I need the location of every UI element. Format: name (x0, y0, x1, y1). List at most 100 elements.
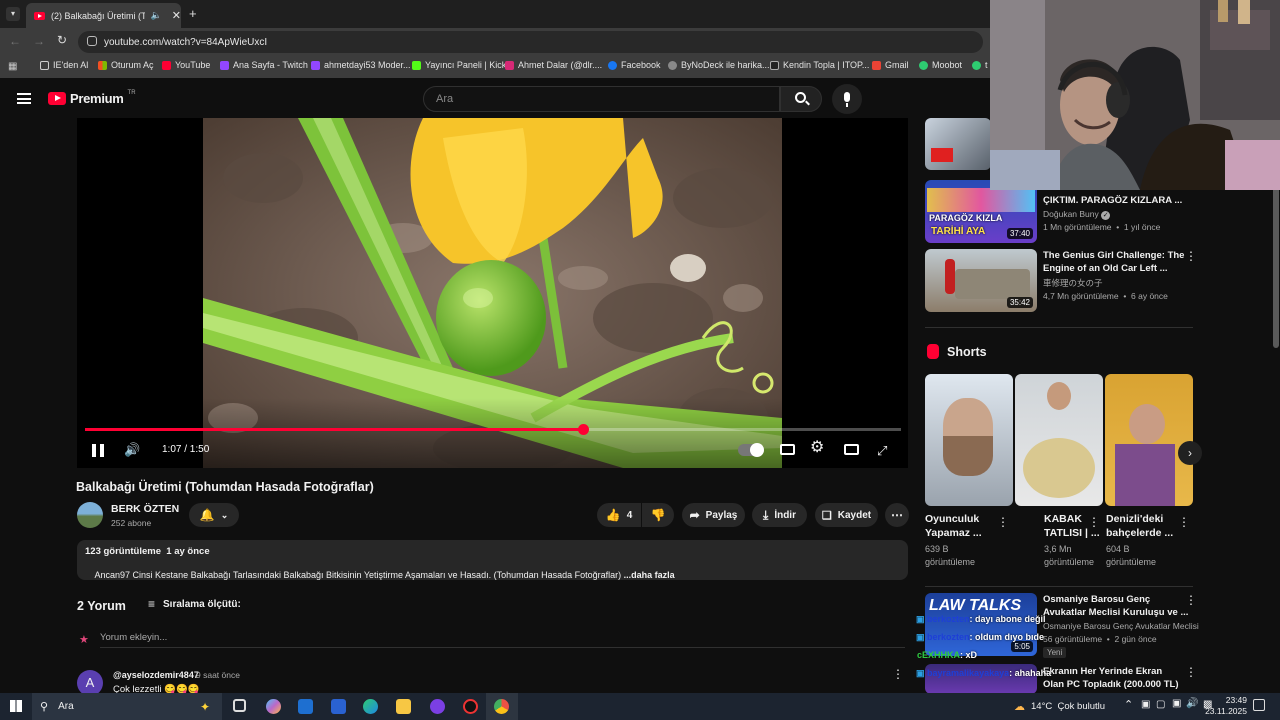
moobot-icon (919, 60, 928, 70)
reload-icon[interactable]: ↻ (57, 33, 67, 47)
start-windows-icon[interactable] (10, 700, 22, 712)
search-input[interactable]: Ara (423, 86, 780, 112)
comment-author[interactable]: @ayselozdemir4847 (113, 670, 199, 680)
video-player[interactable]: 🔊 1:07 / 1:50 ⚙ ⤢ (77, 118, 908, 468)
related-title[interactable]: ÇIKTIM. PARAGÖZ KIZLARA ... (1043, 194, 1182, 207)
bookmark-item[interactable]: Ana Sayfa - Twitch (220, 60, 308, 70)
related-menu-icon[interactable] (1185, 593, 1197, 609)
volume-icon[interactable]: 🔊 (124, 442, 140, 458)
voice-search-button[interactable] (832, 84, 862, 114)
related-channel[interactable]: Osmaniye Barosu Genç Avukatlar Meclisi (1043, 620, 1199, 633)
back-icon[interactable]: ← (9, 34, 21, 48)
related-channel[interactable]: Doğukan Buny ✓ (1043, 208, 1111, 221)
download-button[interactable]: ⤓ İndir (752, 503, 807, 527)
fullscreen-icon[interactable]: ⤢ (877, 443, 887, 459)
weather-widget[interactable]: ☁ 14°C Çok bulutlu (1014, 700, 1105, 713)
store-icon[interactable] (331, 699, 346, 714)
notifications-icon[interactable] (1253, 699, 1265, 711)
channel-name[interactable]: BERK ÖZTEN (111, 503, 179, 515)
short-menu-icon[interactable] (997, 515, 1009, 531)
tab-list-chevron-icon[interactable]: ▾ (6, 7, 20, 21)
taskbar-search[interactable]: ⚲ Ara ✦ (32, 693, 222, 720)
settings-gear-icon[interactable]: ⚙ (810, 440, 824, 456)
bookmark-item[interactable]: IE'den Al (40, 60, 88, 70)
app-icon[interactable] (463, 699, 478, 714)
task-view-icon[interactable] (233, 699, 246, 712)
youtube-favicon-icon (34, 11, 45, 20)
pause-button[interactable] (92, 444, 104, 457)
related-thumbnail[interactable] (925, 118, 991, 170)
bookmark-item[interactable]: Ahmet Dalar (@dlr.... (505, 60, 602, 70)
share-button[interactable]: ➦ Paylaş (682, 503, 745, 527)
comment-menu-icon[interactable] (892, 667, 904, 683)
autoplay-toggle[interactable] (738, 443, 764, 457)
bookmark-item[interactable]: ahmetdayi53 Moder... (311, 60, 411, 70)
mic-icon (844, 92, 850, 102)
site-info-icon[interactable] (87, 36, 97, 46)
user-avatar-icon: ★ (79, 634, 89, 646)
copilot-icon[interactable] (266, 699, 281, 714)
bookmark-item[interactable]: Facebook (608, 60, 661, 70)
bookmark-item[interactable]: Yayıncı Paneli | Kick (412, 60, 506, 70)
subscribed-bell-button[interactable]: 🔔 ⌄ (189, 503, 239, 527)
forward-icon[interactable]: → (33, 34, 45, 48)
volume-icon[interactable]: 🔊 (1186, 698, 1198, 709)
clock[interactable]: 23:49 23.11.2025 (1205, 695, 1247, 717)
progress-scrubber[interactable] (577, 424, 589, 435)
shorts-next-button[interactable]: › (1178, 441, 1202, 465)
short-title[interactable]: Denizli'deki bahçelerde ... (1106, 512, 1173, 540)
apps-grid-icon[interactable]: ▦ (8, 61, 17, 72)
address-bar[interactable]: youtube.com/watch?v=84ApWieUxcI (78, 31, 983, 53)
search-button[interactable] (780, 86, 822, 112)
bookmark-item[interactable]: Gmail (872, 60, 909, 70)
short-thumbnail[interactable] (925, 374, 1013, 506)
bookmark-item[interactable]: ByNoDeck ile harika... (668, 60, 770, 70)
related-menu-icon[interactable] (1185, 249, 1197, 265)
tray-chevron-icon[interactable]: ⌃ (1124, 698, 1133, 711)
new-tab-icon[interactable]: + (189, 6, 197, 21)
bookmark-item[interactable]: Moobot (919, 60, 962, 70)
related-channel[interactable]: 車修理の女の子 (1043, 277, 1103, 290)
miniplayer-icon[interactable] (844, 444, 859, 455)
show-more-link[interactable]: ...daha fazla (624, 570, 675, 580)
short-menu-icon[interactable] (1178, 515, 1190, 531)
outlook-icon[interactable] (298, 699, 313, 714)
bookmark-item[interactable]: Kendin Topla | ITOP... (770, 60, 869, 70)
add-comment-input[interactable]: Yorum ekleyin... (100, 632, 905, 648)
tray-icon[interactable]: ▢ (1156, 699, 1165, 710)
related-title[interactable]: Osmaniye Barosu Genç Avukatlar Meclisi K… (1043, 593, 1188, 619)
related-thumbnail[interactable]: 35:42 (925, 249, 1037, 312)
twitch-icon (311, 60, 320, 70)
like-button[interactable]: 👍 4 (597, 503, 641, 527)
more-actions-button[interactable]: ⋯ (885, 503, 909, 527)
short-menu-icon[interactable] (1088, 515, 1100, 531)
related-title[interactable]: The Genius Girl Challenge: The Engine of… (1043, 249, 1184, 275)
sort-button[interactable]: ≡ Sıralama ölçütü: (148, 597, 241, 611)
youtube-logo[interactable]: Premium TR (48, 90, 136, 106)
save-button[interactable]: ❏ Kaydet (815, 503, 878, 527)
bookmark-item[interactable]: YouTube (162, 60, 210, 70)
comment-count: 2 Yorum (77, 599, 126, 613)
obs-icon[interactable] (430, 699, 445, 714)
bookmark-item[interactable]: t (972, 60, 988, 70)
short-title[interactable]: Oyunculuk Yapamaz ... (925, 512, 982, 540)
tray-icon[interactable]: ▣ (1141, 699, 1150, 710)
related-menu-icon[interactable] (1185, 665, 1197, 681)
menu-icon[interactable] (17, 93, 31, 104)
channel-avatar[interactable] (77, 502, 103, 528)
network-icon[interactable]: ▣ (1172, 698, 1181, 709)
progress-bar-track[interactable] (85, 424, 901, 435)
speaker-icon[interactable]: 🔈 (151, 10, 162, 21)
file-explorer-icon[interactable] (396, 699, 411, 714)
close-tab-icon[interactable]: ✕ (172, 9, 181, 22)
description-box[interactable]: 123 görüntüleme 1 ay önce Ancan97 Cinsi … (77, 540, 908, 580)
dislike-button[interactable]: 👎 (642, 503, 674, 527)
subtitles-icon[interactable] (780, 444, 795, 455)
tab-active[interactable]: (2) Balkabağı Üretimi (Tohu 🔈 ✕ (26, 3, 181, 28)
chat-message: ▣ berkozten: dayı abone değil (916, 614, 1046, 625)
short-thumbnail[interactable] (1105, 374, 1193, 506)
short-thumbnail[interactable] (1015, 374, 1103, 506)
bookmark-item[interactable]: Oturum Aç (98, 60, 154, 70)
edge-icon[interactable] (363, 699, 378, 714)
related-title[interactable]: Ekranın Her Yerinde Ekran Olan PC Toplad… (1043, 665, 1179, 691)
